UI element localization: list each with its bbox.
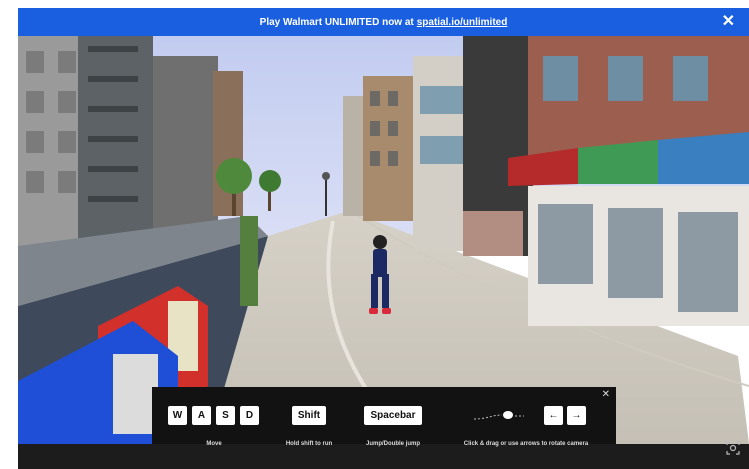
controls-close-icon[interactable]: ✕ <box>602 389 610 400</box>
banner-text: Play Walmart UNLIMITED now at <box>259 16 414 28</box>
label-rotate: Click & drag or use arrows to rotate cam… <box>463 441 589 447</box>
bottom-bar <box>18 444 749 469</box>
promo-banner: Play Walmart UNLIMITED now at spatial.io… <box>18 8 749 36</box>
label-run: Hold shift to run <box>285 441 333 447</box>
street-scene <box>18 36 749 444</box>
key-a: A <box>192 406 211 425</box>
key-s: S <box>216 406 235 425</box>
banner-close-icon[interactable]: ✕ <box>722 13 735 31</box>
key-w: W <box>168 406 187 425</box>
camera-icon[interactable] <box>725 440 741 456</box>
game-viewport[interactable] <box>18 36 749 444</box>
key-d: D <box>240 406 259 425</box>
banner-link[interactable]: spatial.io/unlimited <box>417 17 508 28</box>
label-move: Move <box>206 441 222 447</box>
building-left-4 <box>213 71 243 216</box>
awning-blue <box>658 132 749 184</box>
key-spacebar: Spacebar <box>364 406 422 425</box>
label-jump: Jump/Double jump <box>366 441 420 447</box>
mouse-drag-icon <box>473 411 524 420</box>
street-lamp <box>325 176 327 216</box>
key-right-arrow: → <box>567 406 586 425</box>
hedge <box>240 216 258 306</box>
building-left-3 <box>153 56 218 231</box>
key-shift: Shift <box>292 406 326 425</box>
key-left-arrow: ← <box>544 406 563 425</box>
planter <box>463 211 523 256</box>
controls-help-panel: ✕ W A S D Shift Spacebar ← → Move Hold s… <box>152 387 616 447</box>
